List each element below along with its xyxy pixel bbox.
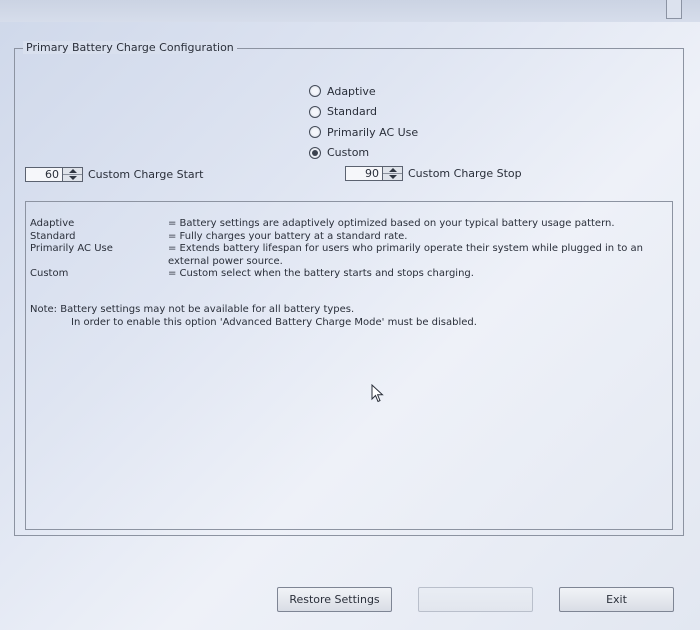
apply-changes-button[interactable]	[418, 587, 533, 612]
note-line-1: Note: Battery settings may not be availa…	[30, 304, 355, 315]
battery-config-group: Primary Battery Charge Configuration Ada…	[14, 41, 684, 536]
decrement-button[interactable]	[383, 173, 402, 180]
description-term: Adaptive	[30, 218, 75, 229]
description-text: = Custom select when the battery starts …	[168, 268, 474, 279]
custom-charge-start-label: Custom Charge Start	[88, 168, 204, 181]
custom-charge-stop-input[interactable]: 90	[345, 166, 383, 181]
description-term: Custom	[30, 268, 69, 279]
custom-charge-stop-spinner: 90 Custom Charge Stop	[345, 166, 522, 181]
charge-mode-radio-group: Adaptive Standard Primarily AC Use Custo…	[309, 81, 418, 163]
radio-label-primarily-ac-use: Primarily AC Use	[327, 125, 419, 139]
description-text: = Fully charges your battery at a standa…	[168, 230, 408, 242]
restore-settings-button[interactable]: Restore Settings	[277, 587, 392, 612]
arrow-up-icon	[68, 169, 77, 173]
radio-selected-icon[interactable]	[309, 146, 321, 159]
spin-buttons	[63, 167, 83, 182]
description-row-custom: Custom = Custom select when the battery …	[30, 268, 668, 281]
radio-label-standard: Standard	[327, 105, 378, 119]
group-title: Primary Battery Charge Configuration	[23, 41, 237, 54]
radio-primarily-ac-use[interactable]: Primarily AC Use	[309, 122, 418, 143]
radio-label-custom: Custom	[327, 146, 370, 160]
description-row-primarily-ac-use: Primarily AC Use = Extends battery lifes…	[30, 243, 658, 268]
description-row-adaptive: Adaptive = Battery settings are adaptive…	[30, 218, 668, 231]
arrow-down-icon	[388, 175, 397, 179]
description-text: = Extends battery lifespan for users who…	[168, 243, 644, 267]
custom-charge-start-input[interactable]: 60	[25, 167, 63, 182]
radio-circle-icon[interactable]	[309, 105, 321, 118]
radio-standard[interactable]: Standard	[309, 102, 418, 123]
radio-circle-icon[interactable]	[309, 126, 321, 139]
mouse-pointer-icon	[371, 384, 384, 403]
exit-button[interactable]: Exit	[559, 587, 674, 612]
custom-charge-start-spinner: 60 Custom Charge Start	[25, 167, 203, 182]
description-text: = Battery settings are adaptively optimi…	[168, 218, 615, 229]
decrement-button[interactable]	[63, 174, 82, 181]
description-row-standard: Standard = Fully charges your battery at…	[30, 231, 668, 244]
custom-charge-stop-label: Custom Charge Stop	[408, 167, 522, 180]
radio-label-adaptive: Adaptive	[327, 84, 376, 98]
window-corner-box	[666, 0, 682, 19]
description-panel: Adaptive = Battery settings are adaptive…	[25, 201, 673, 530]
spin-buttons	[383, 166, 403, 181]
description-term: Standard	[30, 230, 76, 242]
radio-custom[interactable]: Custom	[309, 143, 418, 164]
arrow-down-icon	[68, 176, 77, 180]
screen-top-bar	[0, 0, 700, 22]
radio-adaptive[interactable]: Adaptive	[309, 81, 418, 102]
arrow-up-icon	[388, 168, 397, 172]
radio-circle-icon[interactable]	[309, 85, 321, 98]
note-line-2: In order to enable this option 'Advanced…	[71, 317, 477, 328]
description-term: Primarily AC Use	[30, 243, 113, 254]
